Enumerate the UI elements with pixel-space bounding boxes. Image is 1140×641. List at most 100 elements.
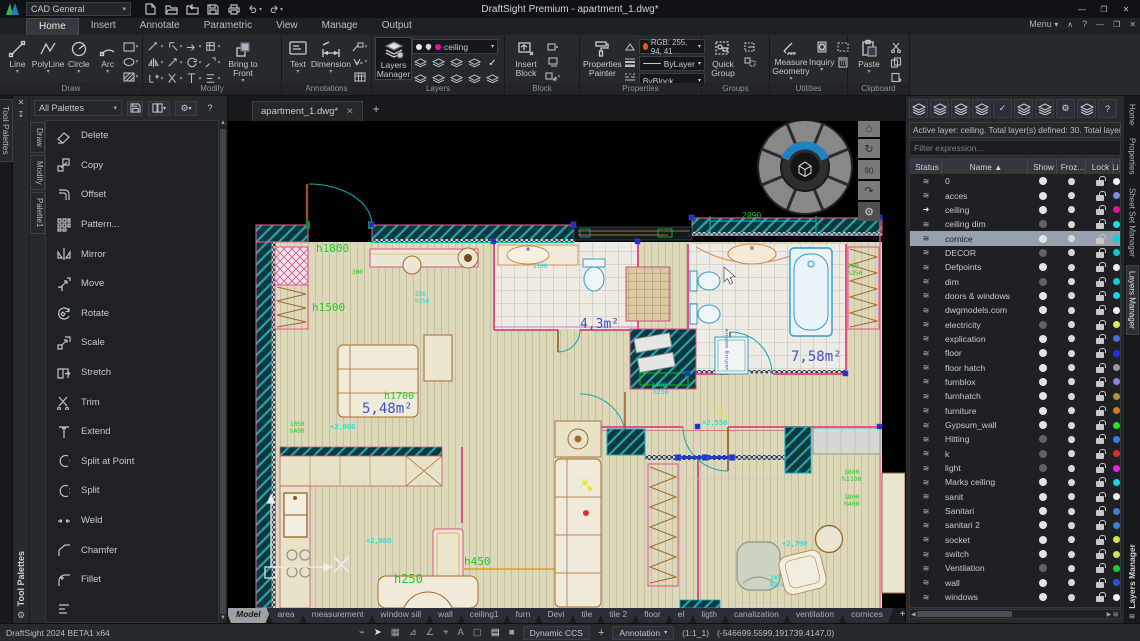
- arc-button[interactable]: Arc▾: [93, 37, 122, 75]
- paste-special-icon[interactable]: [887, 70, 904, 84]
- layers-toolbar-button-2[interactable]: [951, 99, 970, 118]
- ellipse-icon[interactable]: ▾: [122, 55, 139, 69]
- palette-tool-delete[interactable]: Delete: [46, 121, 218, 151]
- dynamic-ccs-button[interactable]: Dynamic CCS: [523, 626, 590, 640]
- palette-tab-draw[interactable]: Draw: [30, 122, 45, 153]
- add-scale-icon[interactable]: +: [598, 627, 604, 639]
- annotation-scale-combo[interactable]: Annotation▾: [612, 626, 674, 640]
- palette-settings-icon[interactable]: ⚙▾: [175, 101, 197, 116]
- properties-painter-button[interactable]: Properties Painter: [583, 37, 622, 78]
- layers-table-hscrollbar[interactable]: ◀▶≋: [909, 609, 1121, 619]
- workspace-selector[interactable]: CAD General▾: [26, 2, 131, 16]
- edit-group-icon[interactable]: [741, 40, 758, 54]
- palette-tool-mirror[interactable]: Mirror: [46, 239, 218, 269]
- palette-tool-fillet[interactable]: Fillet: [46, 565, 218, 595]
- layer-row-cornice[interactable]: ≋corniceC: [910, 231, 1120, 245]
- menu-tab-manage[interactable]: Manage: [310, 18, 370, 35]
- palette-view-icon[interactable]: ▾: [148, 101, 170, 116]
- rectangle-icon[interactable]: ▾: [122, 40, 139, 54]
- palette-group-combo[interactable]: All Palettes▾: [34, 100, 122, 116]
- sheet-tab-devi[interactable]: Devi: [536, 608, 575, 623]
- layer-row-decor[interactable]: ≋DECORC: [910, 246, 1120, 260]
- palette-scrollbar[interactable]: ▲▼: [219, 120, 227, 623]
- sheet-tab-ceiling1[interactable]: ceiling1: [459, 608, 510, 623]
- status-icon-9[interactable]: ■: [509, 627, 515, 638]
- right-tab-properties[interactable]: Properties: [1127, 133, 1138, 179]
- palette-tool-copy[interactable]: Copy: [46, 151, 218, 181]
- modify-tool-icon-7[interactable]: ▾: [203, 55, 221, 70]
- layer-filter-input[interactable]: Filter expression...: [909, 140, 1121, 156]
- sheet-tab-tile-2[interactable]: tile 2: [598, 608, 638, 623]
- doc-tab-close-icon[interactable]: ✕: [346, 106, 354, 117]
- sheet-tab-cornices[interactable]: cornices: [840, 608, 894, 623]
- layer-row-ventilation[interactable]: ≋Ventilation9: [910, 561, 1120, 575]
- palette-tool-stretch[interactable]: Stretch: [46, 358, 218, 388]
- layer-tool-icon-3[interactable]: [466, 56, 483, 70]
- palette-tool-offset[interactable]: Offset: [46, 180, 218, 210]
- sheet-tab-floor[interactable]: floor: [633, 608, 672, 623]
- layer-row-hitting[interactable]: ≋Hitting1: [910, 432, 1120, 446]
- modify-tool-icon-6[interactable]: ▾: [184, 55, 202, 70]
- bring-to-front-button[interactable]: Bring to Front▾: [221, 37, 265, 84]
- circle-button[interactable]: Circle▾: [64, 37, 93, 75]
- layers-table-header[interactable]: StatusName ▲ShowFroz...LockLin: [910, 159, 1120, 174]
- layer-row-furniture[interactable]: ≋furniture3: [910, 404, 1120, 418]
- palette-tool-pattern-[interactable]: Pattern...: [46, 210, 218, 240]
- status-icon-5[interactable]: ⌖: [443, 627, 448, 638]
- layer-row-sanitari-2[interactable]: ≋sanitari 21: [910, 518, 1120, 532]
- layers-toolbar-button-0[interactable]: [909, 99, 928, 118]
- text-button[interactable]: Text▾: [285, 37, 311, 75]
- sheet-tab-furn[interactable]: furn: [505, 608, 542, 623]
- menu-tab-parametric[interactable]: Parametric: [192, 18, 264, 35]
- linestyle-icon[interactable]: [622, 70, 639, 84]
- layer-row-furnblox[interactable]: ≋furnblox1: [910, 375, 1120, 389]
- layer-row-dwgmodels-com[interactable]: ≋dwgmodels.comW: [910, 303, 1120, 317]
- print-icon[interactable]: [227, 3, 241, 16]
- palette-tool-trim[interactable]: Trim: [46, 387, 218, 417]
- layers-toolbar-button-6[interactable]: [1035, 99, 1054, 118]
- sheet-tab-ligth[interactable]: ligth: [690, 608, 728, 623]
- palette-tool-rotate[interactable]: Rotate: [46, 299, 218, 329]
- active-layer-combo[interactable]: ceiling ▾: [412, 39, 498, 54]
- palette-options-icon[interactable]: ⚙: [17, 610, 25, 621]
- help-icon[interactable]: ?: [1082, 19, 1087, 29]
- save-icon[interactable]: [206, 3, 220, 16]
- modify-tool-icon-4[interactable]: ▾: [146, 55, 164, 70]
- add-sheet-tab[interactable]: +: [889, 608, 905, 623]
- ribbon-collapse-icon[interactable]: ∧: [1067, 20, 1073, 29]
- palette-tool-move[interactable]: Move: [46, 269, 218, 299]
- palette-tool-partial[interactable]: [46, 595, 218, 624]
- copy-clip-icon[interactable]: [887, 55, 904, 69]
- layers-toolbar-button-5[interactable]: [1014, 99, 1033, 118]
- status-icon-7[interactable]: ▢: [473, 627, 482, 638]
- quick-group-button[interactable]: Quick Group: [705, 37, 741, 78]
- color-combo[interactable]: RGB: 255, 94, 41 ▾: [639, 39, 705, 54]
- layers-toolbar-button-1[interactable]: [930, 99, 949, 118]
- layers-toolbar-button-7[interactable]: ⚙: [1056, 99, 1075, 118]
- layers-toolbar-button-9[interactable]: ?: [1098, 99, 1117, 118]
- block-edit-icon[interactable]: ▾: [544, 70, 561, 84]
- menu-tab-home[interactable]: Home: [26, 18, 79, 35]
- tool-palettes-strip-tab[interactable]: Tool Palettes: [0, 99, 13, 162]
- layer-row-switch[interactable]: ≋switch6: [910, 547, 1120, 561]
- sheet-tab-tile[interactable]: tile: [570, 608, 603, 623]
- palette-tab-palette1[interactable]: Palette1: [30, 192, 45, 233]
- layer-row-acces[interactable]: ≋acces1: [910, 188, 1120, 202]
- menu-tab-insert[interactable]: Insert: [79, 18, 128, 35]
- leader-icon[interactable]: ▾: [351, 40, 368, 54]
- menu-dropdown[interactable]: Menu ▾: [1029, 19, 1058, 29]
- layer-row-light[interactable]: ≋light2: [910, 461, 1120, 475]
- modify-tool-icon-2[interactable]: ▾: [184, 39, 202, 54]
- layer-row-doors-windows[interactable]: ≋doors & windowsC: [910, 289, 1120, 303]
- polyline-button[interactable]: PolyLine▾: [32, 37, 65, 75]
- palette-tool-scale[interactable]: Scale: [46, 328, 218, 358]
- palette-tool-split[interactable]: Split: [46, 476, 218, 506]
- new-document-tab-icon[interactable]: +: [373, 102, 380, 116]
- palette-tool-extend[interactable]: Extend: [46, 417, 218, 447]
- status-icon-2[interactable]: ▦: [391, 627, 400, 638]
- modify-tool-icon-3[interactable]: ▾: [203, 39, 221, 54]
- layer-row-ceiling-dim[interactable]: ≋ceiling dimC: [910, 217, 1120, 231]
- layer-row-sanitari[interactable]: ≋Sanitari1: [910, 504, 1120, 518]
- new-file-icon[interactable]: [143, 3, 157, 16]
- table-icon[interactable]: [351, 70, 368, 84]
